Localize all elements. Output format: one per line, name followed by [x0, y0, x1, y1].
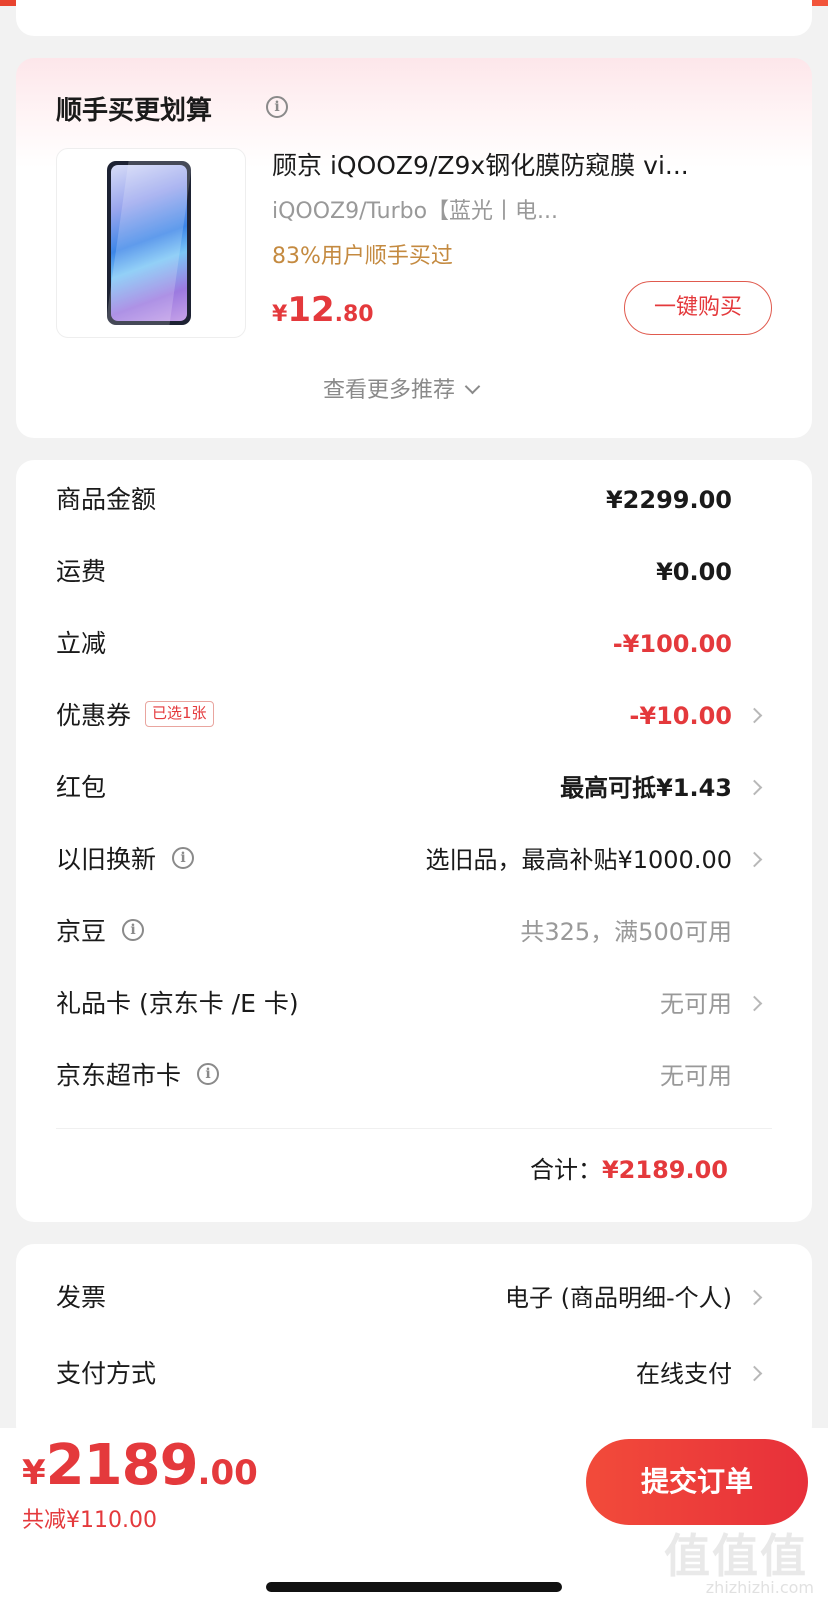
- total-line: 合计：¥2189.00: [530, 1150, 728, 1185]
- row-label: 礼品卡 (京东卡 /E 卡): [56, 989, 299, 1018]
- row-label: 发票: [56, 1283, 107, 1312]
- total-amount: ¥2189.00: [601, 1156, 728, 1184]
- row-label-wrap: 优惠券 已选1张: [56, 696, 214, 736]
- row-label: 支付方式: [56, 1359, 157, 1388]
- info-icon[interactable]: i: [122, 919, 145, 941]
- product-thumbnail[interactable]: [56, 148, 246, 338]
- divider: [56, 1128, 772, 1129]
- row-label-wrap: 京东超市卡 i: [56, 1056, 220, 1096]
- row-value: -¥10.00: [629, 702, 732, 730]
- more-recommendations-label: 查看更多推荐: [323, 378, 456, 403]
- row-value: 无可用: [660, 1062, 732, 1090]
- row-shipping: 运费 ¥0.00: [56, 552, 756, 592]
- invoice-payment-card: [16, 1244, 812, 1444]
- row-value: ¥0.00: [656, 558, 732, 586]
- price-currency: ¥: [272, 302, 288, 327]
- row-label: 优惠券: [56, 701, 132, 730]
- row-gift-card[interactable]: 礼品卡 (京东卡 /E 卡) 无可用: [56, 984, 763, 1024]
- row-value: 无可用: [660, 990, 732, 1018]
- product-variant: iQOOZ9/Turbo【蓝光丨电...: [272, 199, 559, 224]
- row-label: 京豆: [56, 917, 107, 946]
- coupon-selected-badge: 已选1张: [145, 701, 214, 727]
- row-value: 选旧品，最高补贴¥1000.00: [425, 846, 732, 874]
- row-label: 商品金额: [56, 485, 157, 514]
- row-label: 立减: [56, 629, 107, 658]
- row-payment-method[interactable]: 支付方式 在线支付: [56, 1354, 763, 1394]
- row-label: 京东超市卡: [56, 1061, 182, 1090]
- recommend-title-wrap: 顺手买更划算 i: [56, 90, 288, 127]
- phone-image: [105, 161, 193, 325]
- row-label: 红包: [56, 773, 107, 802]
- row-label: 以旧换新: [56, 845, 157, 874]
- product-price: ¥12.80: [272, 290, 374, 330]
- more-recommendations-link[interactable]: 查看更多推荐: [323, 372, 481, 404]
- row-jd-beans: 京豆 i 共325，满500可用: [56, 912, 756, 952]
- watermark-glyphs: 值值值: [664, 1529, 808, 1583]
- product-bought-rate: 83%用户顺手买过: [272, 244, 453, 269]
- product-title[interactable]: 顾京 iQOOZ9/Z9x钢化膜防窥膜 vi...: [272, 146, 689, 182]
- checkout-price: ¥2189.00: [22, 1433, 258, 1498]
- price-decimal: .00: [197, 1453, 258, 1493]
- row-label: 运费: [56, 557, 107, 586]
- info-icon[interactable]: i: [266, 96, 288, 118]
- chevron-down-icon: [464, 378, 481, 395]
- row-goods-amount: 商品金额 ¥2299.00: [56, 480, 756, 520]
- watermark-logo: 值值值 zhizhizhi.com: [664, 1520, 814, 1602]
- row-value: -¥100.00: [612, 630, 732, 658]
- price-integer: 2189: [45, 1433, 199, 1498]
- price-currency: ¥: [22, 1453, 46, 1493]
- row-red-packet[interactable]: 红包 最高可抵¥1.43: [56, 768, 763, 808]
- home-indicator[interactable]: [266, 1582, 562, 1592]
- row-value: ¥2299.00: [605, 486, 732, 514]
- recommend-title: 顺手买更划算: [56, 96, 213, 126]
- price-decimal: .80: [334, 302, 374, 327]
- watermark-url: zhizhizhi.com: [705, 1578, 814, 1597]
- row-value: 在线支付: [636, 1360, 732, 1388]
- row-trade-in[interactable]: 以旧换新 i 选旧品，最高补贴¥1000.00: [56, 840, 763, 880]
- total-label: 合计：: [529, 1156, 602, 1184]
- one-click-buy-button[interactable]: 一键购买: [624, 281, 772, 335]
- previous-card-bottom: [16, 0, 812, 36]
- submit-order-button[interactable]: 提交订单: [586, 1439, 808, 1525]
- info-icon[interactable]: i: [172, 847, 195, 869]
- row-instant-discount: 立减 -¥100.00: [56, 624, 756, 664]
- row-label-wrap: 京豆 i: [56, 912, 145, 952]
- row-invoice[interactable]: 发票 电子 (商品明细-个人): [56, 1278, 763, 1318]
- price-integer: 12: [287, 290, 335, 330]
- row-value: 共325，满500可用: [520, 918, 732, 946]
- row-supermarket-card: 京东超市卡 i 无可用: [56, 1056, 756, 1096]
- info-icon[interactable]: i: [197, 1063, 220, 1085]
- row-value: 最高可抵¥1.43: [560, 774, 732, 802]
- total-saved: 共减¥110.00: [22, 1508, 157, 1533]
- row-value: 电子 (商品明细-个人): [504, 1284, 732, 1312]
- row-coupon[interactable]: 优惠券 已选1张 -¥10.00: [56, 696, 763, 736]
- row-label-wrap: 以旧换新 i: [56, 840, 195, 880]
